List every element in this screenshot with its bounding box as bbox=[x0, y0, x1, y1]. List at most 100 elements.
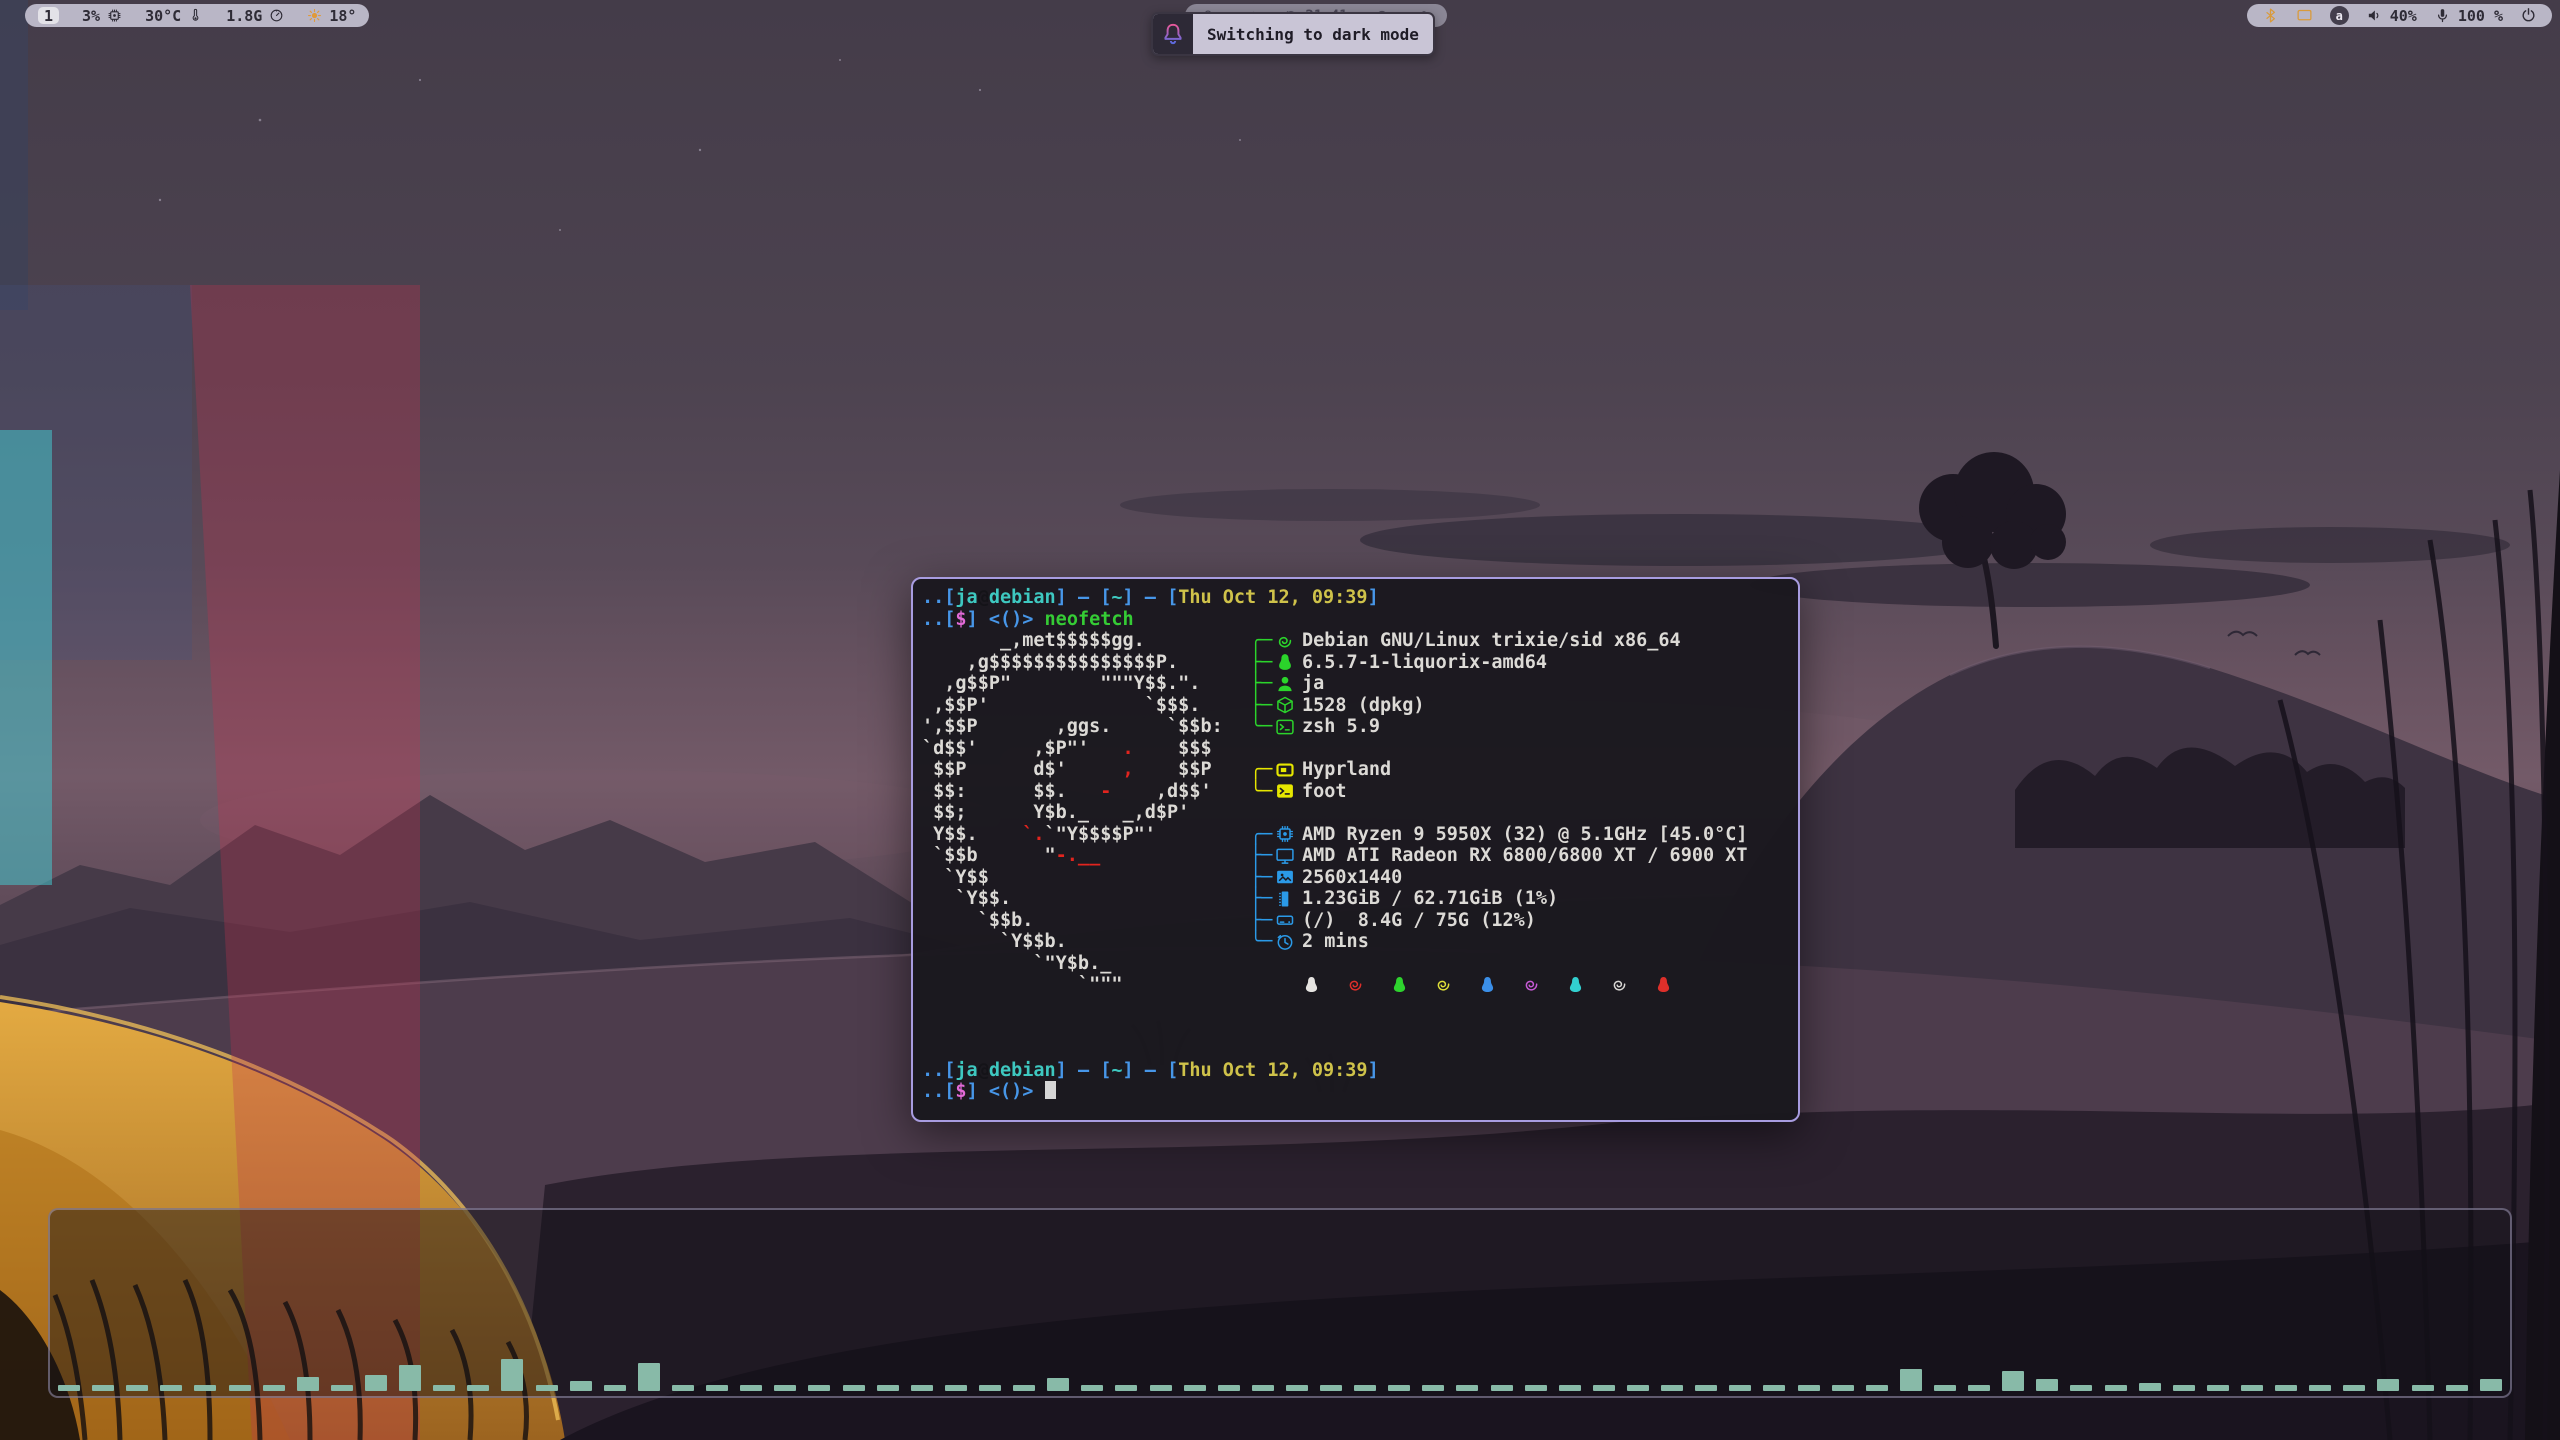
cpu-icon bbox=[1275, 824, 1295, 844]
command-line: ..[$] <()> neofetch bbox=[922, 609, 1798, 631]
visualizer-bar bbox=[1184, 1385, 1206, 1391]
debian-swirl-icon bbox=[1610, 975, 1629, 994]
visualizer-bar bbox=[194, 1385, 216, 1391]
penguin-icon bbox=[1566, 975, 1585, 994]
visualizer-bar bbox=[740, 1385, 762, 1391]
bluetooth-icon[interactable] bbox=[2262, 7, 2279, 24]
terminal-window[interactable]: ..[ja@debian] – [~] – [Thu Oct 12, 09:39… bbox=[911, 577, 1800, 1122]
visualizer-bar bbox=[1866, 1385, 1888, 1391]
microphone-icon bbox=[2434, 7, 2451, 24]
info-row: ╭─Debian GNU/Linux trixie/sid x86_64 bbox=[1250, 630, 1798, 652]
visualizer-bar bbox=[1013, 1385, 1035, 1391]
terminal-blank bbox=[922, 996, 1798, 1060]
package-icon bbox=[1275, 695, 1295, 715]
visualizer-bar bbox=[297, 1377, 319, 1391]
notification-message: Switching to dark mode bbox=[1193, 14, 1433, 54]
visualizer-bar bbox=[1763, 1385, 1785, 1391]
weather-value: 18° bbox=[329, 7, 356, 25]
visualizer-bar bbox=[433, 1385, 455, 1391]
visualizer-bar bbox=[774, 1385, 796, 1391]
power-button[interactable] bbox=[2520, 7, 2537, 24]
visualizer-bar bbox=[1968, 1385, 1990, 1391]
visualizer-bar bbox=[1456, 1385, 1478, 1391]
visualizer-bar bbox=[2070, 1385, 2092, 1391]
visualizer-bar bbox=[570, 1381, 592, 1391]
visualizer-bar bbox=[331, 1385, 353, 1391]
visualizer-bar bbox=[808, 1385, 830, 1391]
visualizer-bar bbox=[58, 1385, 80, 1391]
visualizer-bar bbox=[263, 1385, 285, 1391]
visualizer-bar bbox=[1491, 1385, 1513, 1391]
system-info: ╭─Debian GNU/Linux trixie/sid x86_64├─6.… bbox=[1250, 630, 1798, 996]
info-row: ╰─2 mins bbox=[1250, 931, 1798, 953]
shell-icon bbox=[1275, 717, 1295, 737]
workspace-indicator[interactable]: 1 bbox=[38, 7, 59, 24]
penguin-icon bbox=[1302, 975, 1321, 994]
visualizer-bar bbox=[467, 1385, 489, 1391]
visualizer-bar bbox=[1252, 1385, 1274, 1391]
visualizer-bar bbox=[92, 1385, 114, 1391]
visualizer-bar bbox=[1115, 1385, 1137, 1391]
info-row: ├─AMD ATI Radeon RX 6800/6800 XT / 6900 … bbox=[1250, 845, 1798, 867]
visualizer-bar bbox=[2241, 1385, 2263, 1391]
info-row: ├─(/) 8.4G / 75G (12%) bbox=[1250, 910, 1798, 932]
visualizer-bar bbox=[2377, 1379, 2399, 1391]
visualizer-bar bbox=[911, 1385, 933, 1391]
visualizer-bar bbox=[1832, 1385, 1854, 1391]
visualizer-bar bbox=[2139, 1383, 2161, 1391]
display-icon bbox=[1275, 867, 1295, 887]
visualizer-bar bbox=[126, 1385, 148, 1391]
debian-swirl-icon bbox=[1434, 975, 1453, 994]
info-row: ├─2560x1440 bbox=[1250, 867, 1798, 889]
weather-module: 18° bbox=[307, 7, 356, 25]
visualizer-bar bbox=[399, 1365, 421, 1391]
visualizer-bar bbox=[2412, 1385, 2434, 1391]
volume-module[interactable]: 40% bbox=[2366, 7, 2417, 25]
info-row: ├─6.5.7-1-liquorix-amd64 bbox=[1250, 652, 1798, 674]
visualizer-bar bbox=[1593, 1385, 1615, 1391]
temperature-module: 30°C bbox=[145, 7, 203, 25]
cpu-icon bbox=[107, 8, 122, 23]
visualizer-bar bbox=[229, 1385, 251, 1391]
visualizer-bar bbox=[945, 1385, 967, 1391]
visualizer-bar bbox=[1150, 1385, 1172, 1391]
visualizer-bar bbox=[2446, 1385, 2468, 1391]
visualizer-bar bbox=[2173, 1385, 2195, 1391]
workspace-number: 1 bbox=[44, 7, 53, 25]
visualizer-bar bbox=[604, 1385, 626, 1391]
visualizer-bar bbox=[160, 1385, 182, 1391]
window-icon bbox=[1275, 760, 1295, 780]
visualizer-bar bbox=[1286, 1385, 1308, 1391]
visualizer-bar bbox=[2036, 1379, 2058, 1391]
visualizer-bar bbox=[2309, 1385, 2331, 1391]
visualizer-bar bbox=[365, 1375, 387, 1391]
app-badge-letter: a bbox=[2336, 9, 2343, 23]
visualizer-bar bbox=[1525, 1385, 1547, 1391]
visualizer-bar bbox=[2343, 1385, 2365, 1391]
microphone-value: 100 % bbox=[2458, 7, 2503, 25]
visualizer-bar bbox=[1798, 1385, 1820, 1391]
volume-value: 40% bbox=[2390, 7, 2417, 25]
notification-toast[interactable]: Switching to dark mode bbox=[1151, 12, 1435, 56]
visualizer-bar bbox=[1422, 1385, 1444, 1391]
visualizer-bar bbox=[1081, 1385, 1103, 1391]
sun-icon bbox=[307, 8, 322, 23]
clock-icon bbox=[1275, 932, 1295, 952]
app-badge[interactable]: a bbox=[2330, 6, 2349, 25]
visualizer-bar bbox=[1320, 1385, 1342, 1391]
audio-visualizer bbox=[58, 1331, 2502, 1391]
prompt-line: ..[ja@debian] – [~] – [Thu Oct 12, 09:39… bbox=[922, 1060, 1798, 1082]
info-row: ╰─zsh 5.9 bbox=[1250, 716, 1798, 738]
input-line[interactable]: ..[$] <()> bbox=[922, 1081, 1798, 1103]
microphone-module[interactable]: 100 % bbox=[2434, 7, 2503, 25]
info-row: ├─1528 (dpkg) bbox=[1250, 695, 1798, 717]
debian-ascii-art: _,met$$$$$gg. ,g$$$$$$$$$$$$$$$P. ,g$$P"… bbox=[922, 630, 1250, 996]
visualizer-bar bbox=[843, 1385, 865, 1391]
prompt-line: ..[ja@debian] – [~] – [Thu Oct 12, 09:39… bbox=[922, 587, 1798, 609]
penguin-icon bbox=[1478, 975, 1497, 994]
visualizer-bar bbox=[1627, 1385, 1649, 1391]
temperature-value: 30°C bbox=[145, 7, 181, 25]
memory-module: 1.8G bbox=[226, 7, 284, 25]
screenshare-icon[interactable] bbox=[2296, 7, 2313, 24]
notification-icon-box bbox=[1153, 14, 1193, 54]
